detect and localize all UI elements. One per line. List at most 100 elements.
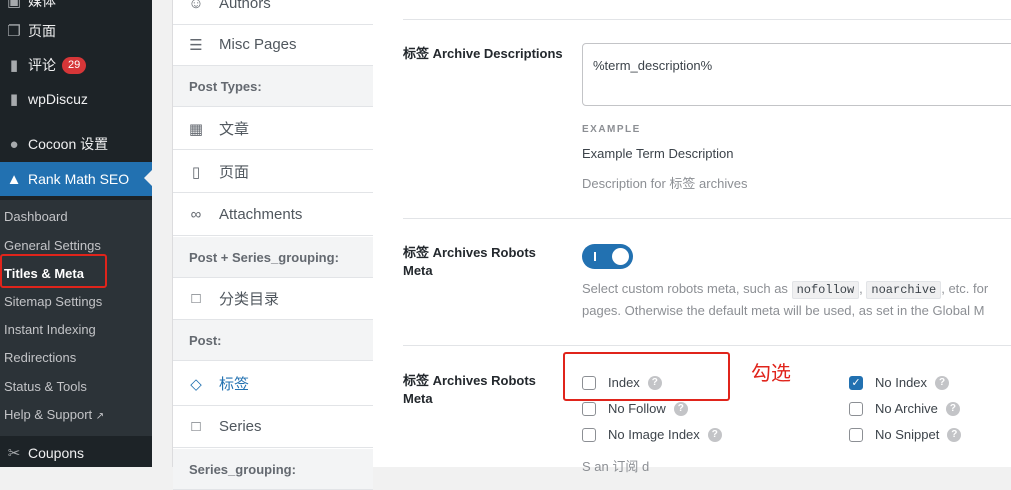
nav-label: Authors [219,0,271,12]
submenu-dashboard[interactable]: Dashboard [4,209,68,224]
menu-wpdiscuz[interactable]: ▮ wpDiscuz [0,83,152,115]
checkbox-box[interactable] [849,401,863,416]
submenu-redirections[interactable]: Redirections [4,350,76,365]
nav-pages[interactable]: ▯ 页面 [173,151,373,193]
cocoon-icon: ● [9,135,19,153]
archive-descriptions-label: 标签 Archive Descriptions [403,46,563,61]
submenu-sitemap-settings[interactable]: Sitemap Settings [4,294,102,309]
checkbox-no-archive[interactable]: No Archive ? [849,401,960,416]
menu-coupons[interactable]: ✂ Coupons [0,437,152,467]
menu-label: 页面 [28,23,56,39]
checkbox-box[interactable] [582,427,596,442]
checkbox-label: No Follow [608,401,666,416]
submenu-help-support[interactable]: Help & Support ↗ [4,407,104,422]
folder-icon: □ [191,418,201,435]
help-text: , etc. for [941,281,989,296]
attachment-icon: ∞ [190,206,202,223]
menu-label: Cocoon 设置 [28,136,109,152]
checkbox-no-index[interactable]: ✓ No Index ? [849,375,950,390]
checkbox-no-image-index[interactable]: No Image Index ? [582,427,722,442]
highlight-titles-meta [0,254,107,288]
robots-meta-help-line2: pages. Otherwise the default meta will b… [582,303,985,318]
help-icon[interactable]: ? [947,427,962,442]
code-nofollow: nofollow [791,281,860,299]
nav-label: 标签 [219,376,250,393]
authors-icon: ☺ [188,0,204,12]
checkbox-label: No Snippet [875,427,940,442]
menu-cocoon[interactable]: ● Cocoon 设置 [0,128,152,160]
truncated-help-text: S an 订阅 d [582,459,650,474]
menu-label: 评论 [28,57,56,73]
post-icon: ▦ [188,120,204,138]
checkbox-box[interactable] [849,427,863,442]
checkbox-no-snippet[interactable]: No Snippet ? [849,427,962,442]
help-icon[interactable]: ? [673,401,688,416]
divider [403,345,1011,346]
example-heading: EXAMPLE [582,124,641,135]
divider [403,218,1011,219]
nav-categories[interactable]: □ 分类目录 [173,278,373,320]
nav-tags[interactable]: ◇ 标签 [173,362,373,406]
menu-label: Coupons [28,445,85,461]
comment-icon: ▮ [9,57,19,74]
rankmath-icon: ▲ [6,170,22,188]
tag-icon: ◇ [190,375,202,393]
menu-label: 媒体 [28,0,56,9]
archive-descriptions-help: Description for 标签 archives [582,176,748,191]
admin-sidebar: ▣ 媒体 ❐ 页面 ▮ 评论 29 ▮ wpDiscuz ● Cocoon 设置… [0,0,152,467]
annotation-check: 勾选 [751,363,791,385]
highlight-index-checkbox [563,352,730,401]
menu-label: Rank Math SEO [28,171,130,187]
checkbox-no-follow[interactable]: No Follow ? [582,401,688,416]
help-icon[interactable]: ? [935,375,950,390]
nav-label: Attachments [219,206,303,223]
menu-label: wpDiscuz [28,91,88,107]
nav-group-post: Post: [173,320,373,361]
nav-label: Misc Pages [219,36,297,53]
archive-descriptions-input[interactable]: %term_description% [582,43,1011,106]
robots-meta-toggle[interactable] [582,244,633,269]
nav-posts[interactable]: ▦ 文章 [173,108,373,150]
nav-label: 页面 [219,164,250,181]
nav-group-series-grouping: Series_grouping: [173,449,373,490]
rank-math-submenu: Dashboard General Settings Titles & Meta… [0,200,152,436]
checkbox-label: No Index [875,375,928,390]
page-icon: ❐ [7,23,21,40]
nav-label: 文章 [219,121,250,138]
settings-panel: 标签 Archive Descriptions %term_descriptio… [373,0,1011,474]
nav-group-post-series: Post + Series_grouping: [173,237,373,278]
external-link-icon: ↗ [95,411,105,422]
titles-meta-nav: ☺ Authors ☰ Misc Pages Post Types: ▦ 文章 … [172,0,374,490]
nav-series[interactable]: □ Series [173,406,373,448]
nav-label: 分类目录 [219,291,280,308]
nav-group-post-types: Post Types: [173,66,373,107]
robots-meta-label: 标签 Archives Robots Meta [403,373,536,406]
robots-toggle-label: 标签 Archives Robots Meta [403,245,536,278]
folder-icon: □ [191,290,201,307]
help-icon[interactable]: ? [707,427,722,442]
checkbox-box[interactable] [582,401,596,416]
toggle-on-mark [594,252,596,261]
checkbox-box-checked[interactable]: ✓ [849,375,863,390]
submenu-general-settings[interactable]: General Settings [4,238,101,253]
submenu-status-tools[interactable]: Status & Tools [4,379,87,394]
example-value: Example Term Description [582,146,734,161]
menu-rank-math[interactable]: ▲ Rank Math SEO [0,162,152,196]
submenu-label: Help & Support [4,407,93,422]
menu-comments[interactable]: ▮ 评论 29 [0,49,152,81]
misc-icon: ☰ [189,36,203,54]
submenu-instant-indexing[interactable]: Instant Indexing [4,322,96,337]
code-noarchive: noarchive [866,281,942,299]
page-icon: ▯ [191,163,201,181]
nav-label: Series [219,418,262,435]
checkbox-label: No Image Index [608,427,700,442]
nav-authors[interactable]: ☺ Authors [173,0,373,25]
robots-meta-help: Select custom robots meta, such as nofol… [582,281,989,299]
nav-attachments[interactable]: ∞ Attachments [173,194,373,236]
nav-misc-pages[interactable]: ☰ Misc Pages [173,24,373,66]
checkbox-label: No Archive [875,401,938,416]
help-icon[interactable]: ? [945,401,960,416]
coupons-icon: ✂ [7,445,21,462]
menu-pages[interactable]: ❐ 页面 [0,15,152,47]
media-icon: ▣ [6,0,22,10]
